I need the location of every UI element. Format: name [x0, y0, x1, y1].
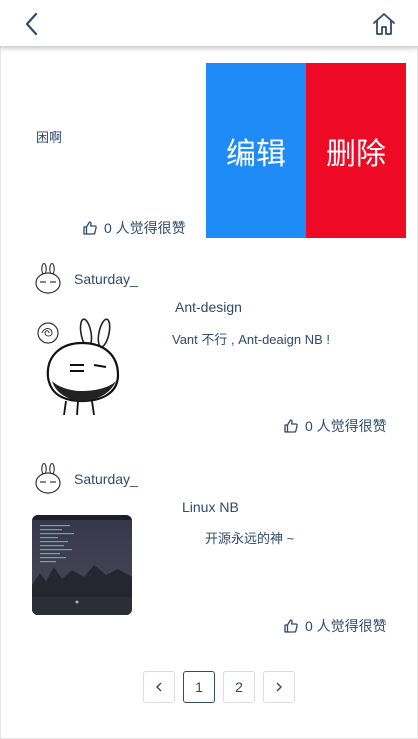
like-count: 0 人觉得很赞	[305, 418, 387, 434]
post-image	[32, 515, 132, 615]
pagination: 1 2	[143, 671, 295, 703]
chevron-left-icon	[156, 682, 162, 692]
post-title: Linux NB	[182, 499, 239, 515]
like-button[interactable]: 0 人觉得很赞	[283, 416, 387, 436]
swipe-post-row[interactable]: 困啊 0 人觉得很赞 编辑 删除	[0, 63, 418, 238]
edit-button[interactable]: 编辑	[206, 63, 306, 238]
thumbs-up-icon	[284, 619, 298, 633]
chevron-right-icon	[276, 682, 282, 692]
next-page-button[interactable]	[263, 671, 295, 703]
thumbs-up-icon	[83, 221, 97, 235]
post-title: Ant-design	[175, 299, 242, 315]
post-content: 开源永远的神 ~	[205, 531, 295, 546]
edit-label: 编辑	[226, 137, 286, 171]
username[interactable]: Saturday_	[74, 271, 138, 287]
username[interactable]: Saturday_	[74, 471, 138, 487]
post-text: 困啊	[36, 130, 63, 145]
delete-button[interactable]: 删除	[306, 63, 406, 238]
post-content: Vant 不行 , Ant-deaign NB !	[172, 332, 330, 347]
like-count: 0 人觉得很赞	[305, 618, 387, 634]
avatar	[35, 263, 61, 294]
post-card[interactable]: Saturday_ Ant-design Vant 不行 , Ant-deaig…	[0, 263, 418, 453]
back-button[interactable]	[18, 10, 46, 38]
top-nav-bar	[0, 0, 418, 46]
prev-page-button[interactable]	[143, 671, 175, 703]
page-button-1[interactable]: 1	[183, 671, 215, 703]
like-count: 0 人觉得很赞	[104, 220, 186, 236]
page-button-2[interactable]: 2	[223, 671, 255, 703]
like-button[interactable]: 0 人觉得很赞	[283, 616, 387, 636]
delete-label: 删除	[326, 137, 386, 171]
post-card[interactable]: Saturday_ Linux NB 开源永远的神 ~ 0 人觉得很赞	[0, 463, 418, 653]
home-icon	[373, 13, 395, 35]
thumbs-up-icon	[284, 419, 298, 433]
home-button[interactable]	[370, 10, 398, 38]
like-button[interactable]: 0 人觉得很赞	[82, 218, 186, 238]
avatar	[35, 463, 61, 494]
post-image	[32, 315, 132, 415]
chevron-left-icon	[25, 12, 38, 36]
